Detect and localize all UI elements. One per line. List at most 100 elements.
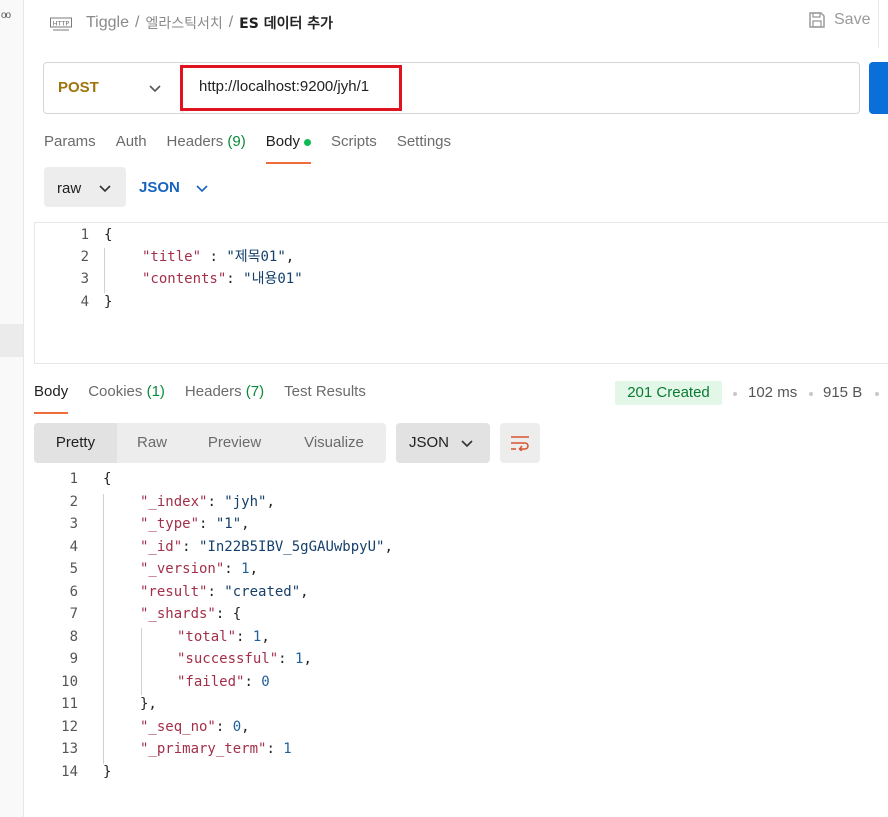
breadcrumb-workspace[interactable]: Tiggle bbox=[86, 14, 129, 32]
line-number: 1 bbox=[69, 471, 78, 487]
response-size[interactable]: 915 B bbox=[823, 384, 862, 401]
sidebar-more-icon[interactable]: oo bbox=[1, 10, 11, 21]
json-comma: , bbox=[241, 516, 250, 532]
chevron-down-icon bbox=[99, 185, 111, 193]
json-key: "_id" bbox=[140, 538, 183, 555]
save-icon bbox=[809, 12, 825, 28]
json-colon: : bbox=[236, 628, 253, 645]
breadcrumb: Tiggle / 엘라스틱서치 / ES 데이터 추가 bbox=[86, 13, 333, 33]
view-visualize[interactable]: Visualize bbox=[282, 423, 386, 463]
tab-auth[interactable]: Auth bbox=[116, 133, 147, 163]
json-value: "1" bbox=[215, 516, 242, 532]
status-badge[interactable]: 201 Created bbox=[615, 381, 722, 405]
body-indicator-dot bbox=[303, 138, 311, 146]
tab-body[interactable]: Body bbox=[265, 133, 312, 164]
send-button[interactable] bbox=[869, 62, 888, 114]
json-key: "_seq_no" bbox=[140, 718, 216, 735]
json-comma: , bbox=[285, 249, 295, 265]
tab-scripts[interactable]: Scripts bbox=[331, 133, 377, 163]
save-button[interactable]: Save bbox=[808, 11, 870, 29]
view-preview[interactable]: Preview bbox=[187, 423, 282, 463]
view-raw[interactable]: Raw bbox=[117, 423, 187, 463]
code-token: { bbox=[104, 227, 113, 243]
code-line: "_id": "In22B5IBV_5gGAUwbpyU", bbox=[140, 536, 393, 558]
code-line: { bbox=[104, 224, 112, 246]
line-number: 2 bbox=[80, 249, 89, 265]
method-divider bbox=[182, 63, 183, 113]
tab-headers[interactable]: Headers (9) bbox=[167, 133, 246, 163]
json-colon: : bbox=[207, 583, 225, 600]
json-key: "_primary_term" bbox=[140, 741, 267, 757]
breadcrumb-collection[interactable]: 엘라스틱서치 bbox=[145, 13, 222, 33]
json-colon: : bbox=[215, 606, 233, 622]
code-line: "_shards": { bbox=[140, 603, 241, 625]
tab-test-results[interactable]: Test Results bbox=[284, 383, 366, 413]
response-format-select[interactable]: JSON bbox=[396, 423, 490, 463]
json-key: "_index" bbox=[140, 493, 208, 510]
line-number: 14 bbox=[61, 763, 78, 780]
json-key: "_shards" bbox=[140, 606, 216, 622]
body-options: raw JSON bbox=[44, 167, 888, 207]
code-token: } bbox=[104, 294, 113, 310]
code-line: "_primary_term": 1 bbox=[140, 738, 292, 760]
tab-params[interactable]: Params bbox=[44, 133, 96, 163]
tab-cookies[interactable]: Cookies (1) bbox=[88, 383, 165, 413]
chevron-down-icon[interactable] bbox=[148, 81, 162, 95]
sidebar-edge: oo bbox=[0, 0, 24, 817]
tab-label: Scripts bbox=[330, 133, 377, 150]
response-headers-count: (7) bbox=[245, 383, 265, 400]
json-colon: : bbox=[182, 538, 200, 555]
view-pretty[interactable]: Pretty bbox=[34, 423, 117, 463]
json-colon: : bbox=[224, 561, 242, 577]
json-colon: : bbox=[278, 651, 296, 667]
header-divider bbox=[878, 0, 879, 48]
tab-response-body[interactable]: Body bbox=[34, 383, 69, 414]
json-key: "failed" bbox=[177, 673, 245, 690]
response-format-label: JSON bbox=[409, 434, 450, 451]
code-line: "result": "created", bbox=[140, 581, 309, 603]
body-format-select[interactable]: JSON bbox=[139, 179, 180, 196]
http-icon-text: HTTP bbox=[53, 20, 70, 28]
line-number: 11 bbox=[61, 696, 78, 712]
code-line: "total": 1, bbox=[177, 626, 270, 648]
tab-label: Test Results bbox=[284, 383, 366, 400]
line-number: 10 bbox=[61, 673, 78, 690]
json-comma: , bbox=[266, 493, 275, 510]
json-colon: : bbox=[266, 741, 284, 757]
body-type-select[interactable]: raw bbox=[44, 167, 126, 207]
tab-label: Settings bbox=[396, 133, 452, 150]
code-line: "_index": "jyh", bbox=[140, 491, 275, 513]
code-line: }, bbox=[140, 693, 157, 715]
sidebar-selected-item[interactable] bbox=[0, 324, 23, 357]
code-token: } bbox=[103, 763, 112, 780]
request-title[interactable]: ES 데이터 추가 bbox=[239, 13, 333, 33]
tab-settings[interactable]: Settings bbox=[397, 133, 451, 163]
json-value: "In22B5IBV_5gGAUwbpyU" bbox=[199, 538, 385, 555]
cookies-count: (1) bbox=[146, 383, 165, 400]
code-line: } bbox=[103, 761, 111, 783]
breadcrumb-separator: / bbox=[228, 14, 234, 31]
wrap-lines-button[interactable] bbox=[500, 423, 540, 463]
json-key: "successful" bbox=[177, 651, 279, 667]
request-header: HTTP Tiggle / 엘라스틱서치 / ES 데이터 추가 Save bbox=[24, 0, 888, 48]
json-comma: , bbox=[241, 718, 250, 735]
request-body-editor[interactable]: 1 { 2 "title" : "제목01", 3 "contents": "내… bbox=[34, 222, 888, 364]
tab-label: Headers bbox=[166, 133, 224, 150]
tab-response-headers[interactable]: Headers (7) bbox=[185, 383, 264, 413]
response-body-viewer[interactable]: 1 {2 "_index": "jyh", 3 "_type": "1", 4 "_id":… bbox=[34, 468, 888, 788]
json-key: "_version" bbox=[140, 561, 225, 577]
code-line: "_seq_no": 0, bbox=[140, 716, 250, 738]
tab-label: Params bbox=[44, 133, 96, 150]
chevron-down-icon[interactable] bbox=[195, 181, 209, 195]
line-number: 4 bbox=[80, 294, 89, 310]
json-comma: , bbox=[249, 561, 259, 577]
json-value: "제목01" bbox=[226, 249, 286, 265]
json-number: 1 bbox=[241, 561, 250, 577]
line-number: 1 bbox=[80, 227, 89, 243]
body-type-label: raw bbox=[57, 180, 82, 197]
url-input[interactable]: http://localhost:9200/jyh/1 bbox=[199, 78, 369, 95]
response-time[interactable]: 102 ms bbox=[748, 384, 797, 401]
code-token: }, bbox=[140, 696, 157, 712]
method-select[interactable]: POST bbox=[58, 79, 99, 96]
save-label: Save bbox=[834, 11, 871, 28]
